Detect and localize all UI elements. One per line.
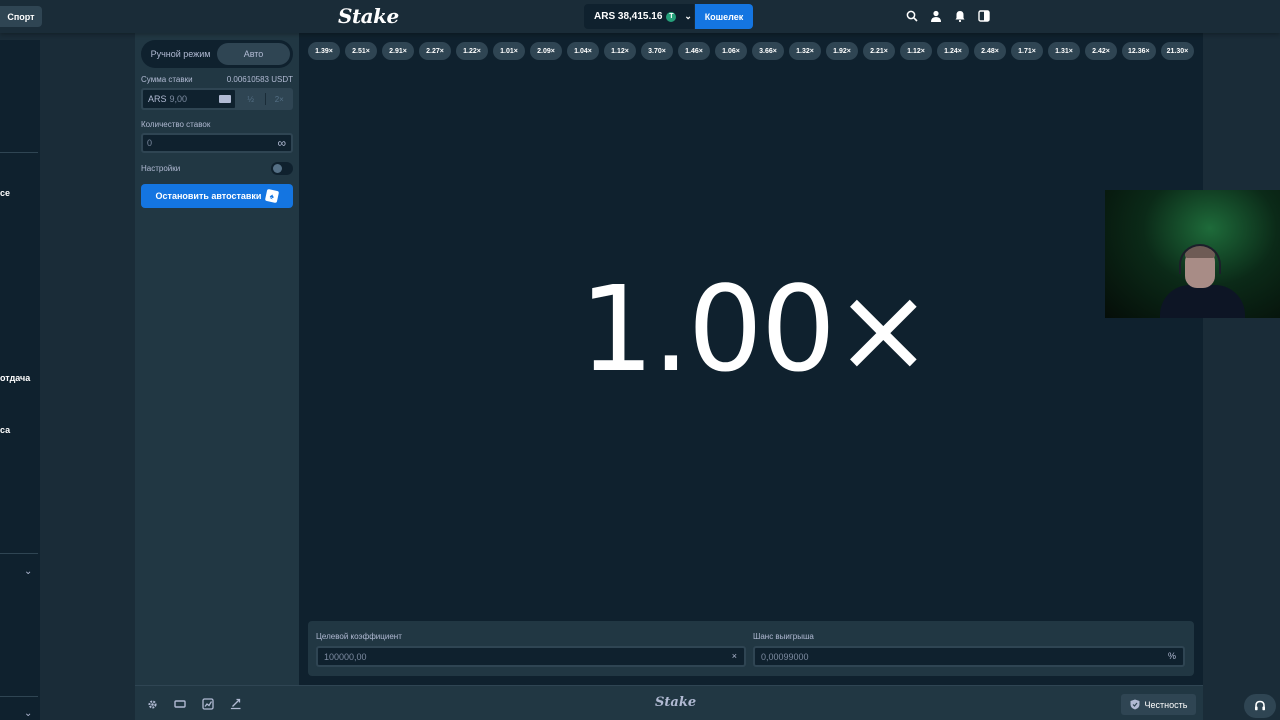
stop-autobet-label: Остановить автоставки — [155, 191, 262, 201]
win-chance-label: Шанс выигрыша — [753, 632, 814, 641]
webcam-overlay — [1105, 190, 1280, 318]
history-pill[interactable]: 1.22× — [456, 42, 488, 60]
history-pill[interactable]: 1.92× — [826, 42, 858, 60]
history-pill[interactable]: 2.51× — [345, 42, 377, 60]
sidebar-toggle-icon[interactable] — [976, 8, 992, 24]
nav-item-partial[interactable]: отдача — [0, 373, 30, 383]
top-icons — [904, 8, 992, 24]
history-pill[interactable]: 1.71× — [1011, 42, 1043, 60]
nav-divider — [0, 696, 38, 697]
bet-count-value: 0 — [147, 138, 153, 148]
headset-icon — [1255, 700, 1265, 711]
history-pill[interactable]: 1.12× — [900, 42, 932, 60]
win-chance-value: 0,00099000 — [761, 651, 809, 662]
bet-amount-input[interactable]: ARS 9,00 — [141, 88, 237, 110]
balance-selector[interactable]: ARS 38,415.16 T ⌄ — [584, 4, 694, 29]
fairness-button[interactable]: Честность — [1121, 694, 1196, 715]
target-multiplier-label: Целевой коэффициент — [316, 632, 402, 641]
stake-logo[interactable]: Stake — [338, 4, 399, 28]
bell-icon[interactable] — [952, 8, 968, 24]
percent-suffix-icon: % — [1167, 651, 1176, 661]
left-navigation: се отдача са ⌄ ⌄ — [0, 40, 40, 720]
history-pill[interactable]: 2.21× — [863, 42, 895, 60]
streamer-headset — [1179, 244, 1221, 274]
multiplier-suffix-icon: × — [731, 651, 737, 661]
history-pill[interactable]: 1.01× — [493, 42, 525, 60]
history-pill[interactable]: 12.36× — [1122, 42, 1156, 60]
sport-tab[interactable]: Спорт — [0, 6, 42, 27]
history-pill[interactable]: 1.39× — [308, 42, 340, 60]
history-pill[interactable]: 1.32× — [789, 42, 821, 60]
history-pill[interactable]: 2.91× — [382, 42, 414, 60]
nav-item-partial[interactable]: се — [0, 188, 10, 198]
bet-amount-crypto: 0.00610583 USDT — [226, 75, 293, 84]
target-settings-box: Целевой коэффициент 100000,00 × Шанс выи… — [308, 621, 1194, 676]
target-multiplier-input[interactable]: 100000,00 × — [316, 646, 746, 667]
top-bar: Спорт Stake ARS 38,415.16 T ⌄ Кошелек — [0, 0, 1280, 33]
settings-row: Настройки — [141, 162, 293, 175]
toolbar-icons — [145, 697, 243, 711]
chevron-down-icon: ⌄ — [684, 11, 692, 21]
bet-amount-label: Сумма ставки — [141, 75, 193, 84]
bet-amount-label-row: Сумма ставки 0.00610583 USDT — [141, 75, 293, 84]
nav-gap — [40, 33, 135, 720]
half-bet-button[interactable]: ½ — [237, 88, 265, 110]
double-bet-button[interactable]: 2× — [266, 88, 294, 110]
chevron-down-icon[interactable]: ⌄ — [24, 566, 32, 577]
nav-item-partial[interactable]: са — [0, 425, 10, 435]
gear-icon[interactable] — [145, 697, 159, 711]
cards-icon: ♠ — [265, 188, 280, 204]
history-pill[interactable]: 1.31× — [1048, 42, 1080, 60]
history-pill[interactable]: 3.70× — [641, 42, 673, 60]
search-icon[interactable] — [904, 8, 920, 24]
history-pill[interactable]: 1.12× — [604, 42, 636, 60]
target-multiplier-value: 100000,00 — [324, 651, 367, 662]
history-pill[interactable]: 2.27× — [419, 42, 451, 60]
history-pill[interactable]: 1.04× — [567, 42, 599, 60]
history-pill[interactable]: 1.46× — [678, 42, 710, 60]
current-multiplier: 1.00× — [579, 260, 933, 398]
history-pill[interactable]: 21.30× — [1160, 42, 1195, 60]
chevron-down-icon[interactable]: ⌄ — [24, 708, 32, 719]
card-icon — [219, 95, 231, 103]
bet-count-label-row: Количество ставок — [141, 120, 293, 129]
win-chance-input[interactable]: 0,00099000 % — [753, 646, 1185, 667]
history-pill[interactable]: 3.66× — [752, 42, 784, 60]
infinity-icon[interactable]: ∞ — [277, 136, 286, 150]
tether-coin-icon: T — [666, 11, 677, 22]
settings-toggle[interactable] — [271, 162, 293, 175]
manual-mode-tab[interactable]: Ручной режим — [144, 43, 217, 65]
stop-autobet-button[interactable]: Остановить автоставки ♠ — [141, 184, 293, 208]
history-pill[interactable]: 2.48× — [974, 42, 1006, 60]
theatre-mode-icon[interactable] — [173, 697, 187, 711]
history-bar: 1.39× 2.51× 2.91× 2.27× 1.22× 1.01× 2.09… — [308, 42, 1195, 60]
bet-amount-group: ARS 9,00 ½ 2× — [141, 88, 293, 110]
wallet-button[interactable]: Кошелек — [695, 4, 753, 29]
balance-amount: ARS 38,415.16 — [594, 11, 663, 22]
support-button[interactable] — [1244, 694, 1276, 718]
live-stats-icon[interactable] — [229, 697, 243, 711]
fairness-label: Честность — [1144, 699, 1188, 710]
user-icon[interactable] — [928, 8, 944, 24]
game-toolbar: Stake Честность — [135, 685, 1203, 720]
shield-icon — [1130, 699, 1140, 710]
nav-divider — [0, 152, 38, 153]
settings-label: Настройки — [141, 164, 181, 173]
history-pill[interactable]: 1.06× — [715, 42, 747, 60]
mode-toggle: Ручной режим Авто — [141, 40, 293, 68]
toolbar-stake-logo: Stake — [655, 695, 697, 710]
bet-currency: ARS — [148, 94, 167, 104]
history-pill[interactable]: 2.42× — [1085, 42, 1117, 60]
history-pill[interactable]: 1.24× — [937, 42, 969, 60]
auto-mode-tab[interactable]: Авто — [217, 43, 290, 65]
stats-chart-icon[interactable] — [201, 697, 215, 711]
nav-divider — [0, 553, 38, 554]
bet-value: 9,00 — [169, 94, 188, 104]
control-panel: Ручной режим Авто Сумма ставки 0.0061058… — [135, 33, 299, 685]
bet-count-input[interactable]: 0 ∞ — [141, 133, 293, 153]
bet-count-label: Количество ставок — [141, 120, 211, 129]
history-pill[interactable]: 2.09× — [530, 42, 562, 60]
streamer-body — [1160, 285, 1245, 318]
